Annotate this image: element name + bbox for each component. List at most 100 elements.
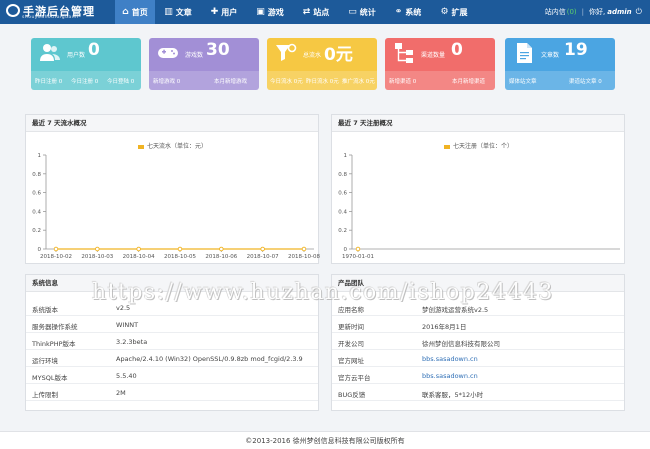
link-icon: ⚭ — [394, 7, 403, 17]
info-value: 联系客服，5*12小时 — [422, 391, 484, 399]
y-tick-label: 0.2 — [338, 228, 347, 234]
nav-games[interactable]: ▣ 游戏 — [247, 0, 293, 24]
exchange-icon: ⇄ — [302, 7, 311, 17]
card-value: 0 — [451, 40, 463, 60]
nav-label: 站点 — [313, 7, 330, 17]
stat-card-channels[interactable]: 渠道数量 0 新增渠道 0 本月新增渠道 — [385, 38, 495, 90]
card-label: 总流水 — [303, 52, 322, 59]
x-tick-label: 2018-10-02 — [40, 254, 72, 260]
main-nav: ⌂ 首页 ▥ 文章 ✚ 用户 ▣ 游戏 ⇄ 站点 ▭ 统计 ⚭ 系统 ⚙ 扩展 — [115, 0, 477, 24]
info-value: v2.5 — [116, 304, 131, 312]
nav-extensions[interactable]: ⚙ 扩展 — [431, 0, 477, 24]
username-link[interactable]: admin — [607, 8, 631, 16]
stat-card-articles[interactable]: 文章数 19 媒体站文章 渠道站文章 0 — [505, 38, 615, 90]
gear-icon: ⚙ — [440, 7, 449, 17]
watermark-text: https://www.huzhan.com/ishop24443 — [92, 280, 554, 305]
info-row: 官方云平台 bbs.sasadown.cn — [332, 367, 624, 384]
y-tick-label: 0 — [38, 247, 42, 253]
info-value: 3.2.3beta — [116, 338, 148, 346]
funnel-icon — [276, 43, 297, 61]
card-label: 渠道数量 — [421, 52, 446, 59]
card-footer-stat: 今日登陆 0 — [107, 79, 135, 85]
logout-icon[interactable]: ⏻ — [636, 7, 642, 17]
nav-users[interactable]: ✚ 用户 — [201, 0, 247, 24]
info-row: 运行环境 Apache/2.4.10 (Win32) OpenSSL/0.9.8z… — [26, 350, 318, 367]
card-footer-stat: 本月新增游戏 — [214, 79, 248, 85]
data-point — [260, 246, 265, 252]
card-footer-stat: 本月新增渠道 — [452, 79, 486, 85]
info-value: Apache/2.4.10 (Win32) OpenSSL/0.9.8zb mo… — [116, 355, 303, 363]
card-label: 游戏数 — [185, 52, 204, 59]
top-right-user-area: 站内信(0) | 你好, admin ⏻ — [545, 0, 642, 24]
y-tick-label: 0.8 — [338, 172, 347, 178]
data-point — [355, 246, 361, 252]
nav-label: 扩展 — [451, 7, 468, 17]
data-point — [95, 246, 100, 252]
data-point — [301, 246, 307, 252]
cloud-platform-link[interactable]: bbs.sasadown.cn — [422, 372, 478, 380]
card-footer-stat: 新增渠道 0 — [389, 79, 417, 85]
messages-link[interactable]: 站内信(0) — [545, 7, 577, 17]
info-value: 5.5.40 — [116, 372, 137, 380]
nav-label: 首页 — [131, 7, 148, 17]
x-tick-label: 2018-10-03 — [81, 254, 113, 260]
y-tick-label: 0.2 — [32, 228, 41, 234]
nav-stats[interactable]: ▭ 统计 — [339, 0, 385, 24]
official-site-link[interactable]: bbs.sasadown.cn — [422, 355, 478, 363]
y-tick-label: 0 — [344, 247, 348, 253]
stat-card-users[interactable]: 用户数 0 昨日注册 0 今日注册 0 今日登陆 0 — [31, 38, 141, 90]
card-footer-stat: 推广流水 0元 — [342, 79, 375, 85]
info-row: 服务器操作系统 WINNT — [26, 316, 318, 333]
gamepad-icon — [158, 48, 178, 58]
data-point — [53, 246, 59, 252]
card-label: 文章数 — [541, 52, 560, 59]
x-tick-label: 1970-01-01 — [342, 254, 374, 260]
info-key: 系统版本 — [32, 306, 58, 314]
logo[interactable]: 手游后台管理 shouyouhoutaiguanli — [6, 3, 106, 21]
y-tick-label: 1 — [38, 153, 42, 159]
data-point — [219, 246, 224, 252]
nav-system[interactable]: ⚭ 系统 — [385, 0, 431, 24]
card-footer: 媒体站文章 渠道站文章 0 — [505, 71, 615, 90]
card-value: 0元 — [324, 45, 353, 65]
revenue-chart-panel: 最近 7 天流水概况 七天流水（单位：元） 1 0.8 0.6 0.4 0.2 0 2018… — [25, 114, 320, 264]
revenue-line-chart: 1 0.8 0.6 0.4 0.2 02018-10-02 2018-10-03 2018-1… — [32, 153, 320, 260]
card-footer: 今日流水 0元 昨日流水 0元 推广流水 0元 — [267, 71, 377, 90]
info-key: 官方云平台 — [338, 374, 371, 382]
y-tick-label: 0.6 — [338, 191, 347, 197]
stat-card-games[interactable]: 游戏数 30 新增游戏 0 本月新增游戏 — [149, 38, 259, 90]
card-footer: 新增渠道 0 本月新增渠道 — [385, 71, 495, 90]
data-point — [177, 246, 183, 252]
card-footer: 新增游戏 0 本月新增游戏 — [149, 71, 259, 90]
separator: | — [581, 8, 585, 16]
info-key: 开发公司 — [338, 340, 364, 348]
users-icon — [40, 44, 60, 61]
card-footer-stat: 昨日注册 0 — [35, 79, 63, 85]
home-icon: ⌂ — [122, 7, 129, 17]
card-value: 30 — [206, 40, 230, 60]
info-key: 官方网址 — [338, 357, 364, 365]
nav-label: 游戏 — [267, 7, 284, 17]
info-key: ThinkPHP版本 — [32, 340, 76, 348]
info-key: BUG反馈 — [338, 391, 366, 399]
info-value: 2M — [116, 389, 126, 397]
nav-label: 统计 — [359, 7, 376, 17]
monitor-icon: ▭ — [348, 7, 357, 17]
y-tick-label: 1 — [344, 153, 348, 159]
user-add-icon: ✚ — [210, 7, 219, 17]
nav-label: 系统 — [405, 7, 422, 17]
card-footer-stat: 今日注册 0 — [71, 79, 99, 85]
card-footer: 昨日注册 0 今日注册 0 今日登陆 0 — [31, 71, 141, 90]
x-tick-label: 2018-10-04 — [123, 254, 155, 260]
info-value: 2016年8月1日 — [422, 323, 467, 331]
info-key: MYSQL版本 — [32, 374, 68, 382]
nav-label: 用户 — [221, 7, 238, 17]
card-footer-stat: 昨日流水 0元 — [306, 79, 339, 85]
info-value: 梦创游戏运营系统v2.5 — [422, 306, 489, 314]
register-line-chart: 1 0.8 0.6 0.4 0.2 01970-01-01 — [338, 153, 620, 260]
stat-card-revenue[interactable]: 总流水 0元 今日流水 0元 昨日流水 0元 推广流水 0元 — [267, 38, 377, 90]
card-value: 19 — [564, 40, 588, 60]
nav-home[interactable]: ⌂ 首页 — [115, 0, 155, 24]
nav-sites[interactable]: ⇄ 站点 — [293, 0, 339, 24]
nav-articles[interactable]: ▥ 文章 — [155, 0, 201, 24]
